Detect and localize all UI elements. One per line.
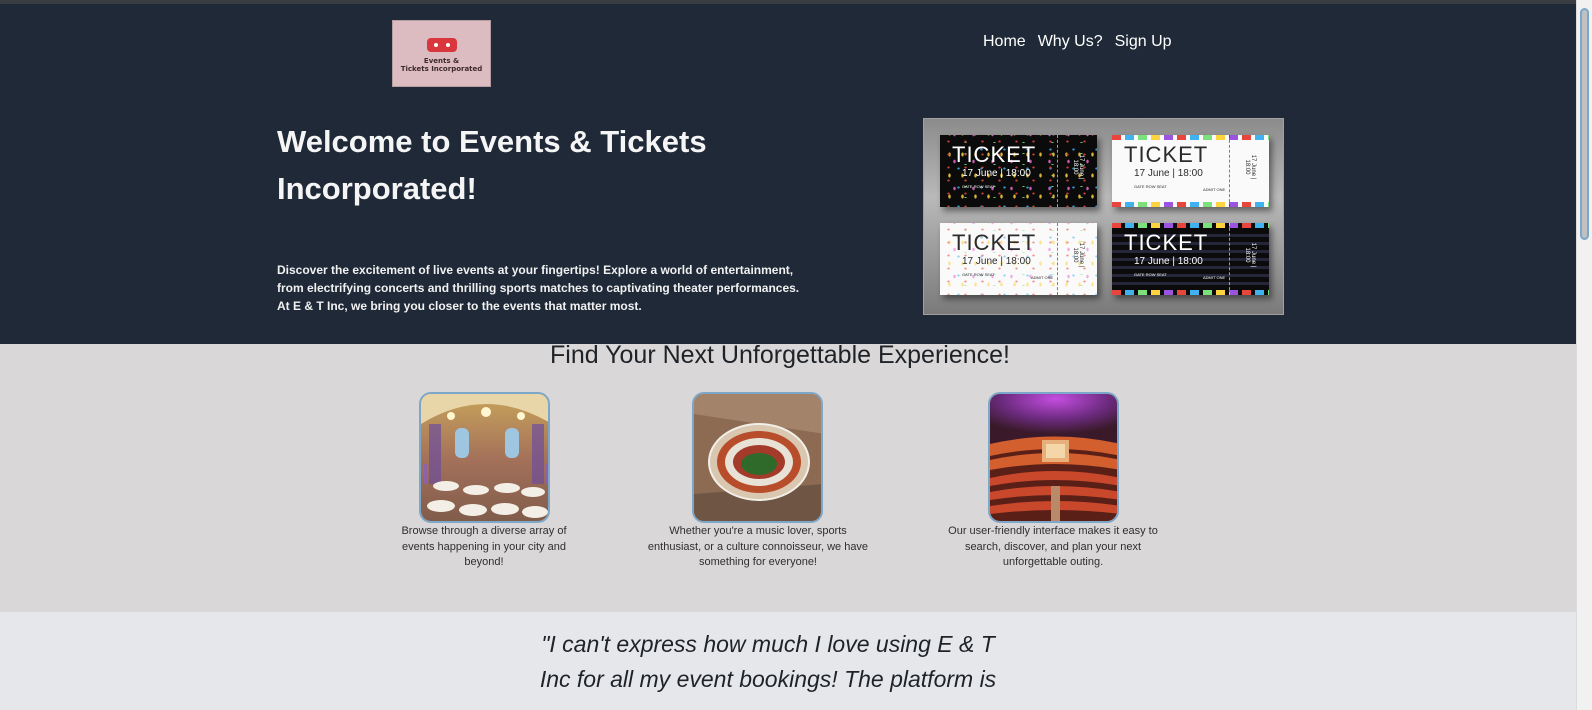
feature-card-3-text: Our user-friendly interface makes it eas… xyxy=(948,525,1158,568)
ticket-seat-labels: GATE ROW SEAT xyxy=(1134,184,1167,189)
ticket-date: 17 June | 18:00 xyxy=(962,256,1031,267)
stadium-image xyxy=(692,392,823,523)
ticket-logo-icon xyxy=(427,38,457,52)
vertical-scrollbar[interactable] xyxy=(1576,0,1592,710)
ticket-dark-confetti: TICKET 17 June | 18:00 GATE ROW SEAT 17 … xyxy=(940,135,1097,207)
ticket-admit: ADMIT ONE xyxy=(1203,275,1226,280)
main-nav: Home Why Us? Sign Up xyxy=(983,33,1172,51)
ticket-stub-text: 17 June | 18:00 xyxy=(1072,242,1084,268)
ticket-stub-text: 17 June | 18:00 xyxy=(1244,242,1256,268)
ticket-word: TICKET xyxy=(952,142,1037,167)
ticket-word: TICKET xyxy=(1124,230,1209,255)
feature-card-1-text: Browse through a diverse array of events… xyxy=(401,525,567,568)
scrollbar-thumb[interactable] xyxy=(1580,8,1589,240)
nav-home-link[interactable]: Home xyxy=(983,33,1026,51)
ticket-admit: ADMIT ONE xyxy=(1031,275,1054,280)
ticket-seat-labels: GATE ROW SEAT xyxy=(962,272,995,277)
ticket-date: 17 June | 18:00 xyxy=(962,168,1031,179)
hero-title: Welcome to Events & Tickets Incorporated… xyxy=(277,124,707,206)
ticket-stub-text: 17 June | 18:00 xyxy=(1244,154,1256,180)
logo-text-line2: Tickets Incorporated xyxy=(400,65,483,73)
banquet-hall-image xyxy=(419,392,550,523)
ticket-word: TICKET xyxy=(1124,142,1209,167)
testimonial-quote: "I can't express how much I love using E… xyxy=(539,631,997,692)
ticket-admit: ADMIT ONE xyxy=(1203,187,1226,192)
hero-header: Events & Tickets Incorporated Home Why U… xyxy=(0,4,1576,344)
ticket-light-edges: TICKET 17 June | 18:00 GATE ROW SEAT ADM… xyxy=(1112,135,1269,207)
feature-card-2-text: Whether you're a music lover, sports ent… xyxy=(647,525,869,568)
logo-text-line1: Events & xyxy=(423,57,460,65)
nav-why-us-link[interactable]: Why Us? xyxy=(1038,33,1103,51)
ticket-date: 17 June | 18:00 xyxy=(1134,168,1203,179)
ticket-date: 17 June | 18:00 xyxy=(1134,256,1203,267)
features-heading: Find Your Next Unforgettable Experience! xyxy=(550,341,1010,369)
hero-intro: Discover the excitement of live events a… xyxy=(277,263,800,313)
nav-sign-up-link[interactable]: Sign Up xyxy=(1115,33,1172,51)
ticket-seat-labels: GATE ROW SEAT xyxy=(1134,272,1167,277)
ticket-dark-bars: TICKET 17 June | 18:00 GATE ROW SEAT ADM… xyxy=(1112,223,1269,295)
site-logo[interactable]: Events & Tickets Incorporated xyxy=(392,20,491,87)
ticket-stub-text: 17 June | 18:00 xyxy=(1072,154,1084,180)
ticket-seat-labels: GATE ROW SEAT xyxy=(962,184,995,189)
concert-hall-image xyxy=(988,392,1119,523)
ticket-light-confetti: TICKET 17 June | 18:00 GATE ROW SEAT ADM… xyxy=(940,223,1097,295)
tickets-image: TICKET 17 June | 18:00 GATE ROW SEAT 17 … xyxy=(923,118,1284,315)
ticket-word: TICKET xyxy=(952,230,1037,255)
